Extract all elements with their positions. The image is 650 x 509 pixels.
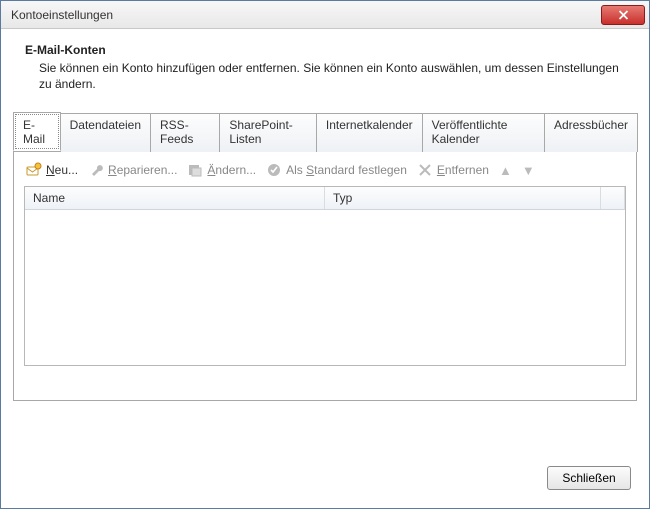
tab-rss-feeds[interactable]: RSS-Feeds [150,113,220,152]
repair-icon [88,162,104,178]
repair-button: Reparieren... [88,162,177,178]
col-header-spacer [601,187,625,209]
default-label: tandard festlegen [314,163,407,177]
dialog-header: E-Mail-Konten Sie können ein Konto hinzu… [1,29,649,104]
repair-label: eparieren... [117,163,178,177]
tab-internet-calendar[interactable]: Internetkalender [316,113,423,152]
tab-sharepoint-lists[interactable]: SharePoint-Listen [219,113,316,152]
tabbar: E-Mail Datendateien RSS-Feeds SharePoint… [13,112,637,151]
remove-label: ntfernen [445,163,489,177]
change-button: Ändern... [187,162,256,178]
new-button[interactable]: Neu... [26,162,78,178]
window-close-button[interactable] [601,5,645,25]
remove-icon [417,162,433,178]
account-list[interactable]: Name Typ [24,186,626,366]
titlebar: Kontoeinstellungen [1,1,649,29]
move-down-icon: ▼ [522,163,535,178]
check-circle-icon [266,162,282,178]
close-icon [615,7,631,23]
mail-new-icon [26,162,42,178]
dialog-content: E-Mail-Konten Sie können ein Konto hinzu… [1,29,649,508]
list-header: Name Typ [25,187,625,210]
tab-email[interactable]: E-Mail [13,112,61,151]
tab-data-files[interactable]: Datendateien [60,113,151,152]
window-title: Kontoeinstellungen [11,8,601,22]
set-default-button: Als Standard festlegen [266,162,407,178]
account-settings-dialog: Kontoeinstellungen E-Mail-Konten Sie kön… [0,0,650,509]
change-label: ndern... [215,163,256,177]
col-header-name[interactable]: Name [25,187,325,209]
remove-button: Entfernen [417,162,489,178]
tab-panel: Neu... Reparieren... Ändern... [13,151,637,401]
header-title: E-Mail-Konten [25,43,625,57]
header-description: Sie können ein Konto hinzufügen oder ent… [25,60,625,92]
col-header-type[interactable]: Typ [325,187,601,209]
toolbar: Neu... Reparieren... Ändern... [24,162,626,186]
dialog-footer: Schließen [1,452,649,508]
tab-address-books[interactable]: Adressbücher [544,113,638,152]
close-button-label: Schließen [562,471,615,485]
new-label: eu... [55,163,78,177]
change-icon [187,162,203,178]
move-up-icon: ▲ [499,163,512,178]
close-button[interactable]: Schließen [547,466,631,490]
tab-published-calendar[interactable]: Veröffentlichte Kalender [422,113,545,152]
